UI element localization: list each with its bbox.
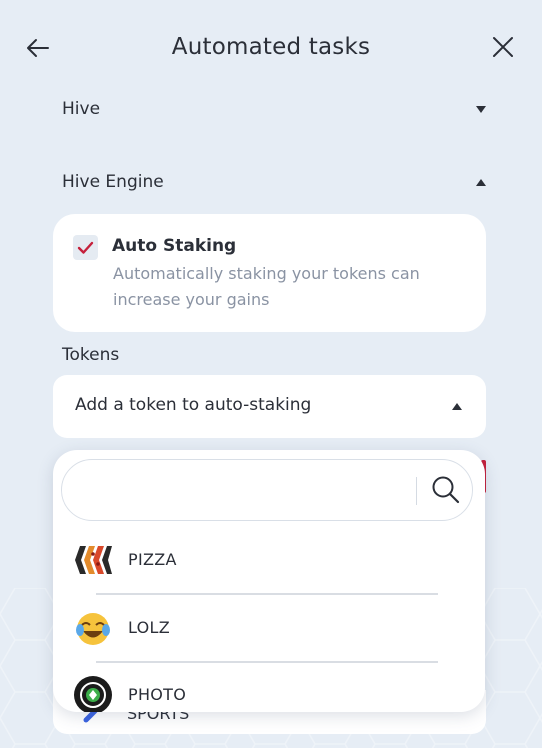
auto-staking-card: Auto Staking Automatically staking your …: [53, 214, 486, 332]
token-select[interactable]: Add a token to auto-staking: [53, 375, 486, 438]
search-box: [61, 459, 473, 521]
token-item-pizza[interactable]: PIZZA: [71, 536, 471, 584]
section-hive-label: Hive: [62, 99, 101, 119]
token-item-lolz-label: LOLZ: [128, 618, 171, 637]
token-item-photo[interactable]: PHOTO: [71, 671, 471, 712]
chevron-down-icon: [476, 105, 486, 113]
section-hive[interactable]: Hive: [62, 94, 490, 124]
search-button[interactable]: [430, 474, 462, 506]
section-hive-engine-label: Hive Engine: [62, 172, 164, 192]
token-dropdown: PIZZA LOLZ PHOTO: [53, 450, 485, 712]
chevron-up-icon: [476, 178, 486, 186]
search-icon: [432, 476, 460, 504]
token-select-label: Add a token to auto-staking: [75, 395, 312, 415]
list-separator: [96, 661, 438, 663]
search-divider: [416, 477, 417, 505]
auto-staking-title: Auto Staking: [112, 236, 237, 256]
close-icon: [493, 37, 513, 57]
close-button[interactable]: [490, 34, 516, 60]
list-separator: [96, 593, 438, 595]
photo-logo-icon: [74, 676, 112, 712]
tokens-label: Tokens: [62, 345, 120, 365]
pizza-logo-icon: [75, 546, 112, 574]
token-item-lolz[interactable]: LOLZ: [71, 604, 471, 652]
auto-staking-description: Automatically staking your tokens can in…: [113, 264, 420, 309]
token-item-photo-label: PHOTO: [128, 685, 187, 704]
header: Automated tasks: [0, 0, 542, 96]
section-hive-engine[interactable]: Hive Engine: [62, 167, 490, 197]
auto-staking-checkbox[interactable]: [73, 235, 98, 260]
checkmark-icon: [77, 241, 94, 254]
search-input[interactable]: [82, 472, 412, 510]
laughing-emoji-icon: [76, 613, 110, 645]
chevron-up-icon: [452, 403, 462, 410]
page-title: Automated tasks: [171, 34, 371, 60]
token-item-pizza-label: PIZZA: [128, 550, 177, 569]
